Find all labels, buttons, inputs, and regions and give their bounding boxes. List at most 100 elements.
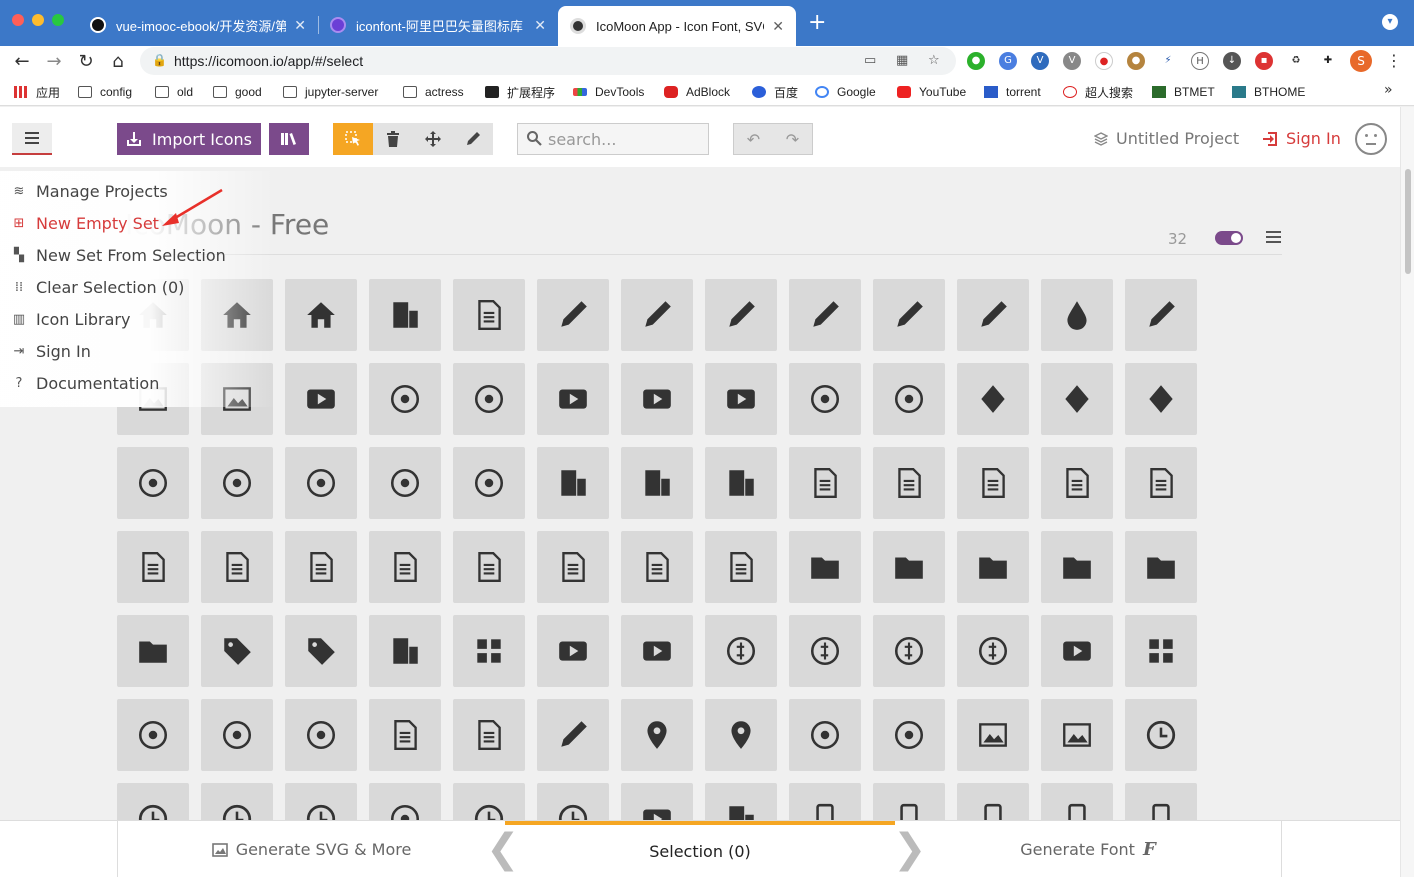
icon-cell-diamonds[interactable] [1125, 363, 1197, 435]
icon-cell-clubs[interactable] [1041, 363, 1113, 435]
record-icon[interactable]: ● [1095, 52, 1113, 70]
icon-cell-camera[interactable] [285, 363, 357, 435]
icon-cell-pencil2[interactable] [621, 279, 693, 351]
icon-cell-droplet[interactable] [1041, 279, 1113, 351]
translate-icon[interactable]: G [999, 52, 1017, 70]
bookmark-chaoren[interactable]: 超人搜索 [1063, 83, 1133, 101]
icon-cell-video-camera[interactable] [705, 363, 777, 435]
icon-cell-stack[interactable] [705, 531, 777, 603]
move-tool[interactable] [413, 123, 453, 155]
menu-item-documentation[interactable]: ? Documentation [10, 371, 160, 395]
browser-tab[interactable]: vue-imooc-ebook/开发资源/第三 ✕ [78, 8, 318, 42]
icon-cell-dice[interactable] [789, 363, 861, 435]
bookmark-adblock[interactable]: AdBlock [664, 83, 730, 101]
icon-cell-file-text2[interactable] [1125, 447, 1197, 519]
icon-cell-file-picture[interactable] [117, 531, 189, 603]
icon-cell-mic[interactable] [453, 447, 525, 519]
icon-cell-pen[interactable] [789, 279, 861, 351]
icon-cell-book[interactable] [537, 447, 609, 519]
select-tool[interactable] [333, 123, 373, 155]
icon-cell-quill[interactable] [705, 279, 777, 351]
icon-cell-folder-minus[interactable] [1041, 531, 1113, 603]
tag-ext-icon[interactable]: ▪ [1255, 52, 1273, 70]
icon-cell-pacman[interactable] [873, 363, 945, 435]
menu-item-manage-projects[interactable]: ≋ Manage Projects [10, 179, 168, 203]
search-input[interactable] [548, 128, 698, 150]
icon-cell-play[interactable] [537, 363, 609, 435]
icon-cell-location2[interactable] [705, 699, 777, 771]
browser-tab[interactable]: iconfont-阿里巴巴矢量图标库 ✕ [318, 8, 558, 42]
icon-cell-map2[interactable] [1041, 699, 1113, 771]
icon-cell-ticket[interactable] [537, 615, 609, 687]
forward-icon[interactable]: → [42, 50, 66, 74]
edit-tool[interactable] [453, 123, 493, 155]
icon-cell-price-tag[interactable] [201, 615, 273, 687]
icon-cell-feed[interactable] [369, 447, 441, 519]
icon-cell-qrcode[interactable] [453, 615, 525, 687]
menu-item-new-empty-set[interactable]: ⊞ New Empty Set [10, 211, 159, 235]
bookmark-actress[interactable]: actress [403, 83, 464, 101]
icon-cell-phone[interactable] [201, 699, 273, 771]
icon-library-button[interactable] [269, 123, 309, 155]
icon-cell-paste[interactable] [621, 531, 693, 603]
icon-cell-profile[interactable] [873, 447, 945, 519]
vue-devtools-icon[interactable]: V [1031, 52, 1049, 70]
user-avatar[interactable] [1355, 123, 1387, 155]
redo-button[interactable]: ↷ [773, 124, 812, 154]
main-menu-button[interactable] [12, 123, 52, 155]
icon-cell-spades[interactable] [957, 363, 1029, 435]
bookmark-apps[interactable]: 应用 [14, 83, 60, 101]
bolt-icon[interactable]: ⚡ [1159, 52, 1177, 70]
icon-cell-file-music[interactable] [201, 531, 273, 603]
icon-cell-file-video[interactable] [369, 531, 441, 603]
icon-cell-film[interactable] [621, 363, 693, 435]
menu-item-clear-selection[interactable]: ⁞⁞ Clear Selection (0) [10, 275, 185, 299]
icon-cell-lifebuoy[interactable] [117, 699, 189, 771]
menu-item-icon-library[interactable]: ▥ Icon Library [10, 307, 131, 331]
cast-icon[interactable]: ▭ [864, 53, 876, 68]
recycle-icon[interactable]: ♻ [1287, 52, 1305, 70]
cookie-icon[interactable]: ● [1127, 52, 1145, 70]
icon-cell-eyedropper[interactable] [957, 279, 1029, 351]
icon-cell-podcast[interactable] [285, 447, 357, 519]
puzzle-icon[interactable]: ✚ [1319, 52, 1337, 70]
set-expand-toggle[interactable] [1215, 231, 1243, 245]
generate-font-button[interactable]: Generate Font F [895, 821, 1282, 877]
icon-cell-office[interactable] [369, 279, 441, 351]
icon-cell-location[interactable] [621, 699, 693, 771]
icon-cell-music[interactable] [453, 363, 525, 435]
icon-cell-compass2[interactable] [873, 699, 945, 771]
icon-cell-folder-download[interactable] [1125, 531, 1197, 603]
kebab-menu-icon[interactable]: ⋮ [1386, 51, 1402, 70]
bookmark-torrent[interactable]: torrent [984, 83, 1041, 101]
icon-cell-folder-open[interactable] [873, 531, 945, 603]
extension-icon[interactable]: ● [967, 52, 985, 70]
icon-cell-books[interactable] [621, 447, 693, 519]
address-bar[interactable]: 🔒 https://icomoon.io/app/#/select ▭ ▦ ☆ [140, 47, 956, 75]
icon-cell-pencil[interactable] [537, 279, 609, 351]
icon-cell-coin-pound[interactable] [873, 615, 945, 687]
icon-cell-envelop[interactable] [453, 699, 525, 771]
icon-cell-price-tags[interactable] [285, 615, 357, 687]
icon-cell-newspaper[interactable] [453, 279, 525, 351]
vpn-icon[interactable]: V [1063, 52, 1081, 70]
scroll-thumb[interactable] [1405, 169, 1411, 274]
new-tab-button[interactable]: + [808, 12, 826, 34]
bookmark-baidu[interactable]: 百度 [752, 83, 798, 101]
icon-cell-file-empty[interactable] [957, 447, 1029, 519]
icon-cell-history[interactable] [1125, 699, 1197, 771]
bookmark-google[interactable]: Google [815, 83, 876, 101]
icon-cell-paint-format[interactable] [1125, 279, 1197, 351]
icon-cell-files-empty[interactable] [1041, 447, 1113, 519]
icon-cell-copy[interactable] [537, 531, 609, 603]
close-window-button[interactable] [12, 14, 24, 26]
icon-cell-headphones[interactable] [369, 363, 441, 435]
close-tab-icon[interactable]: ✕ [534, 17, 546, 34]
download-ext-icon[interactable]: ↓ [1223, 52, 1241, 70]
browser-tab-active[interactable]: IcoMoon App - Icon Font, SVG, ✕ [558, 6, 796, 46]
tab-search-icon[interactable]: ▾ [1382, 14, 1398, 30]
icon-cell-calculator[interactable] [1125, 615, 1197, 687]
search-field[interactable] [517, 123, 709, 155]
import-icons-button[interactable]: Import Icons [117, 123, 261, 155]
bookmark-star-icon[interactable]: ☆ [928, 53, 940, 68]
